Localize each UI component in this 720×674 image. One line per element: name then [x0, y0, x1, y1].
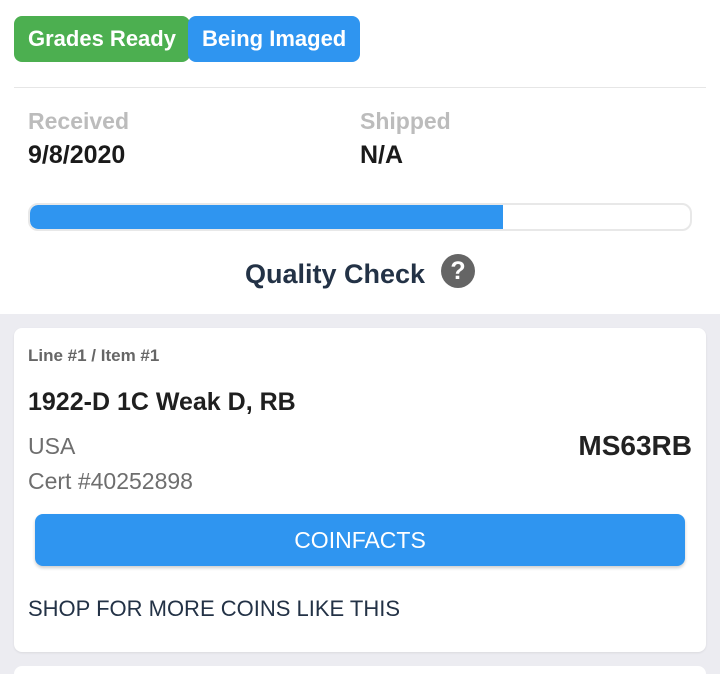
progress-bar [28, 203, 692, 231]
being-imaged-badge[interactable]: Being Imaged [188, 16, 361, 62]
grades-ready-badge[interactable]: Grades Ready [14, 16, 190, 62]
status-row: Quality Check ? [0, 252, 720, 296]
coin-country: USA [28, 433, 76, 459]
order-status-panel: Grades Ready Being Imaged Received 9/8/2… [0, 0, 720, 314]
divider [14, 87, 706, 88]
next-item-card-edge [14, 666, 706, 674]
line-item-label: Line #1 / Item #1 [28, 346, 160, 365]
item-card: Line #1 / Item #1 1922-D 1C Weak D, RB U… [14, 328, 706, 652]
status-text: Quality Check [244, 258, 426, 289]
shipped-date: N/A [360, 141, 404, 169]
coinfacts-button[interactable]: COINFACTS [35, 514, 685, 566]
progress-bar-fill [30, 205, 503, 229]
coin-name: 1922-D 1C Weak D, RB [28, 388, 296, 416]
shipped-label: Shipped [360, 108, 451, 134]
received-date: 9/8/2020 [28, 141, 126, 169]
received-label: Received [28, 108, 130, 134]
coin-grade: MS63RB [578, 430, 692, 461]
shop-more-coins-link[interactable]: SHOP FOR MORE COINS LIKE THIS [28, 596, 400, 622]
question-circle-icon[interactable]: ? [441, 254, 476, 288]
cert-number: Cert #40252898 [28, 468, 193, 494]
